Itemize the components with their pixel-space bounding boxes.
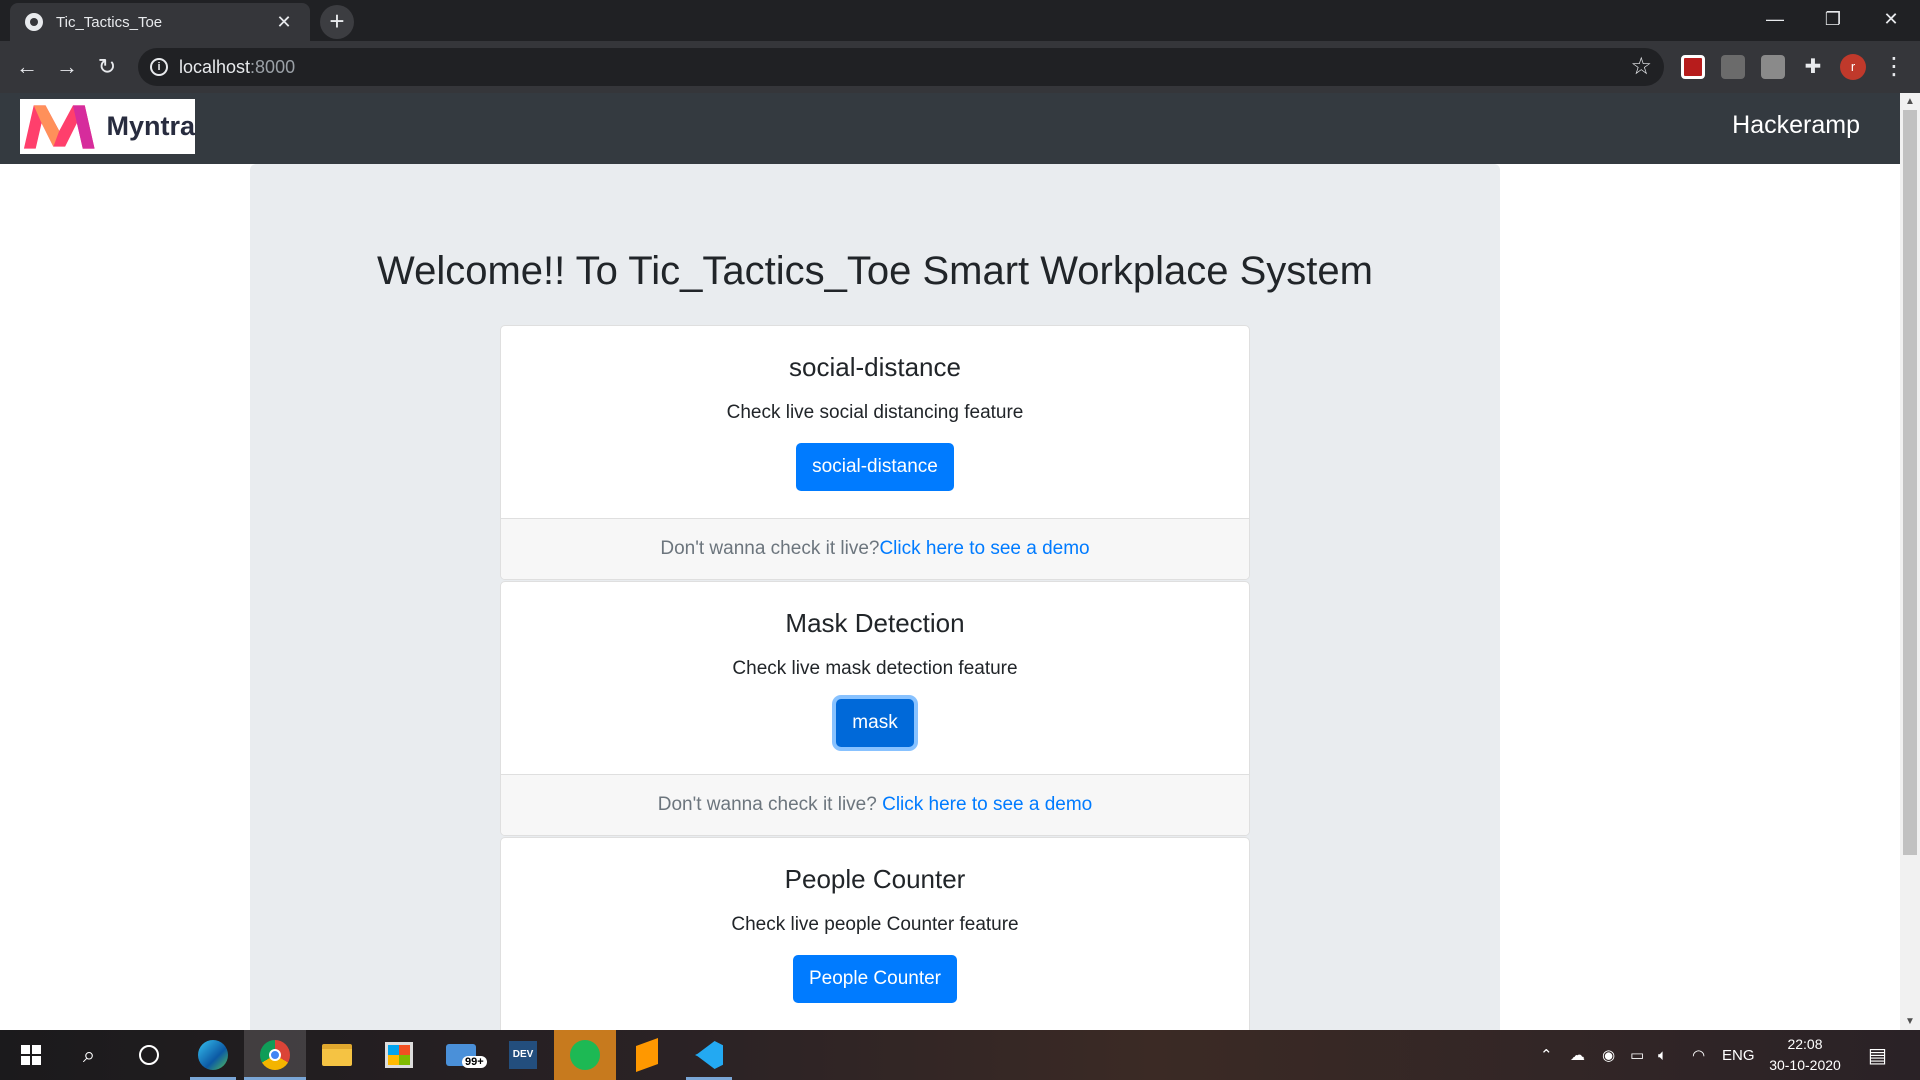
card-people-counter: People Counter Check live people Counter… xyxy=(500,837,1250,1030)
es-extension-icon[interactable] xyxy=(1721,55,1745,79)
card-body: Mask Detection Check live mask detection… xyxy=(501,582,1249,774)
extension-icon[interactable] xyxy=(1761,55,1785,79)
info-icon[interactable]: i xyxy=(150,58,168,76)
edge-icon[interactable] xyxy=(182,1030,244,1080)
card-body: People Counter Check live people Counter… xyxy=(501,838,1249,1030)
card-text: Check live social distancing feature xyxy=(726,402,1024,423)
chrome-icon[interactable] xyxy=(244,1030,306,1080)
scroll-up-arrow-icon[interactable]: ▲ xyxy=(1900,93,1920,110)
nav-link-hackeramp[interactable]: Hackeramp xyxy=(1732,111,1860,140)
myntra-logo-icon xyxy=(23,105,95,149)
demo-link[interactable]: Click here to see a demo xyxy=(882,794,1092,815)
card-title: Mask Detection xyxy=(785,608,965,638)
card-mask-detection: Mask Detection Check live mask detection… xyxy=(500,581,1250,836)
store-icon[interactable] xyxy=(368,1030,430,1080)
scroll-down-arrow-icon[interactable]: ▼ xyxy=(1900,1013,1920,1030)
brand-name: Myntra xyxy=(106,111,195,141)
taskbar: ⌕ 99+ DEV ⌃ ☁ ◉ ▭ 🔈︎ ◠ ENG 22:08 30-10-2… xyxy=(0,1030,1920,1080)
globe-icon xyxy=(25,13,43,31)
card-footer: Don't wanna check it live? Click here to… xyxy=(501,774,1249,835)
volume-icon[interactable]: 🔈︎ xyxy=(1658,1030,1667,1080)
card-title: social-distance xyxy=(789,352,961,382)
close-tab-icon[interactable]: ✕ xyxy=(272,10,296,34)
bookmark-star-icon[interactable]: ☆ xyxy=(1630,52,1652,81)
browser-menu-icon[interactable]: ⋮ xyxy=(1882,50,1906,84)
address-url[interactable]: localhost:8000 xyxy=(179,57,295,78)
battery-icon[interactable]: ▭ xyxy=(1630,1030,1644,1080)
file-explorer-icon[interactable] xyxy=(306,1030,368,1080)
cortana-icon[interactable] xyxy=(118,1030,180,1080)
back-arrow-icon[interactable]: ← xyxy=(10,50,44,84)
people-counter-button[interactable]: People Counter xyxy=(792,955,958,1003)
page-viewport: Myntra Hackeramp Welcome!! To Tic_Tactic… xyxy=(0,93,1900,1030)
mail-icon[interactable]: 99+ xyxy=(430,1030,492,1080)
language-indicator[interactable]: ENG xyxy=(1722,1030,1755,1080)
mail-badge: 99+ xyxy=(462,1056,487,1068)
forward-arrow-icon[interactable]: → xyxy=(50,50,84,84)
puzzle-extensions-icon[interactable]: ✚ xyxy=(1796,50,1830,84)
page-title: Welcome!! To Tic_Tactics_Toe Smart Workp… xyxy=(377,249,1373,293)
url-port: :8000 xyxy=(250,57,296,77)
sublime-text-icon[interactable] xyxy=(616,1030,678,1080)
demo-link[interactable]: Click here to see a demo xyxy=(879,538,1089,559)
close-window-button[interactable]: ✕ xyxy=(1862,0,1920,38)
search-icon[interactable]: ⌕ xyxy=(58,1030,120,1080)
footer-text: Don't wanna check it live? xyxy=(657,794,883,815)
new-tab-button[interactable]: + xyxy=(320,5,354,39)
onedrive-icon[interactable]: ☁ xyxy=(1570,1030,1585,1080)
address-bar[interactable]: i localhost:8000 ☆ xyxy=(138,48,1664,86)
windows-logo-icon xyxy=(21,1045,41,1065)
navbar: Myntra Hackeramp xyxy=(0,93,1900,164)
windows-start-icon[interactable] xyxy=(0,1030,62,1080)
browser-tabstrip: Tic_Tactics_Toe ✕ + — ❐ ✕ xyxy=(0,0,1920,41)
clock-time: 22:08 xyxy=(1787,1036,1823,1052)
devex-label: DEV xyxy=(509,1041,537,1069)
clock-date: 30-10-2020 xyxy=(1769,1057,1841,1073)
card-body: social-distance Check live social distan… xyxy=(501,326,1249,518)
vscode-icon[interactable] xyxy=(678,1030,740,1080)
url-host: localhost xyxy=(179,57,251,77)
reload-icon[interactable]: ↻ xyxy=(90,50,124,84)
wifi-icon[interactable]: ◠ xyxy=(1692,1030,1705,1080)
card-social-distance: social-distance Check live social distan… xyxy=(500,325,1250,580)
card-footer: Don't wanna check it live?Click here to … xyxy=(501,518,1249,579)
vertical-scrollbar[interactable]: ▲ ▼ xyxy=(1900,93,1920,1030)
taskbar-clock[interactable]: 22:08 30-10-2020 xyxy=(1760,1034,1850,1076)
show-hidden-icons-icon[interactable]: ⌃ xyxy=(1540,1030,1553,1080)
browser-tab[interactable]: Tic_Tactics_Toe ✕ xyxy=(10,3,310,41)
card-text: Check live people Counter feature xyxy=(731,914,1019,935)
notifications-icon[interactable]: ▤ xyxy=(1868,1030,1887,1080)
brand-logo[interactable]: Myntra xyxy=(20,99,195,154)
profile-avatar[interactable]: r xyxy=(1840,54,1866,80)
scrollbar-thumb[interactable] xyxy=(1903,110,1917,855)
browser-toolbar: ← → ↻ i localhost:8000 ☆ ✚ r ⋮ xyxy=(0,41,1920,93)
card-text: Check live mask detection feature xyxy=(732,658,1018,679)
footer-text: Don't wanna check it live? xyxy=(660,538,880,559)
devexpress-icon[interactable]: DEV xyxy=(492,1030,554,1080)
spotify-icon[interactable] xyxy=(554,1030,616,1080)
card-title: People Counter xyxy=(784,864,966,894)
mask-button[interactable]: mask xyxy=(836,699,914,747)
restore-button[interactable]: ❐ xyxy=(1804,0,1862,38)
network-status-icon[interactable]: ◉ xyxy=(1602,1030,1615,1080)
jumbotron: Welcome!! To Tic_Tactics_Toe Smart Workp… xyxy=(250,164,1500,1030)
tab-title: Tic_Tactics_Toe xyxy=(56,13,163,31)
minimize-button[interactable]: — xyxy=(1746,0,1804,38)
social-distance-button[interactable]: social-distance xyxy=(796,443,954,491)
pocket-extension-icon[interactable] xyxy=(1681,55,1705,79)
